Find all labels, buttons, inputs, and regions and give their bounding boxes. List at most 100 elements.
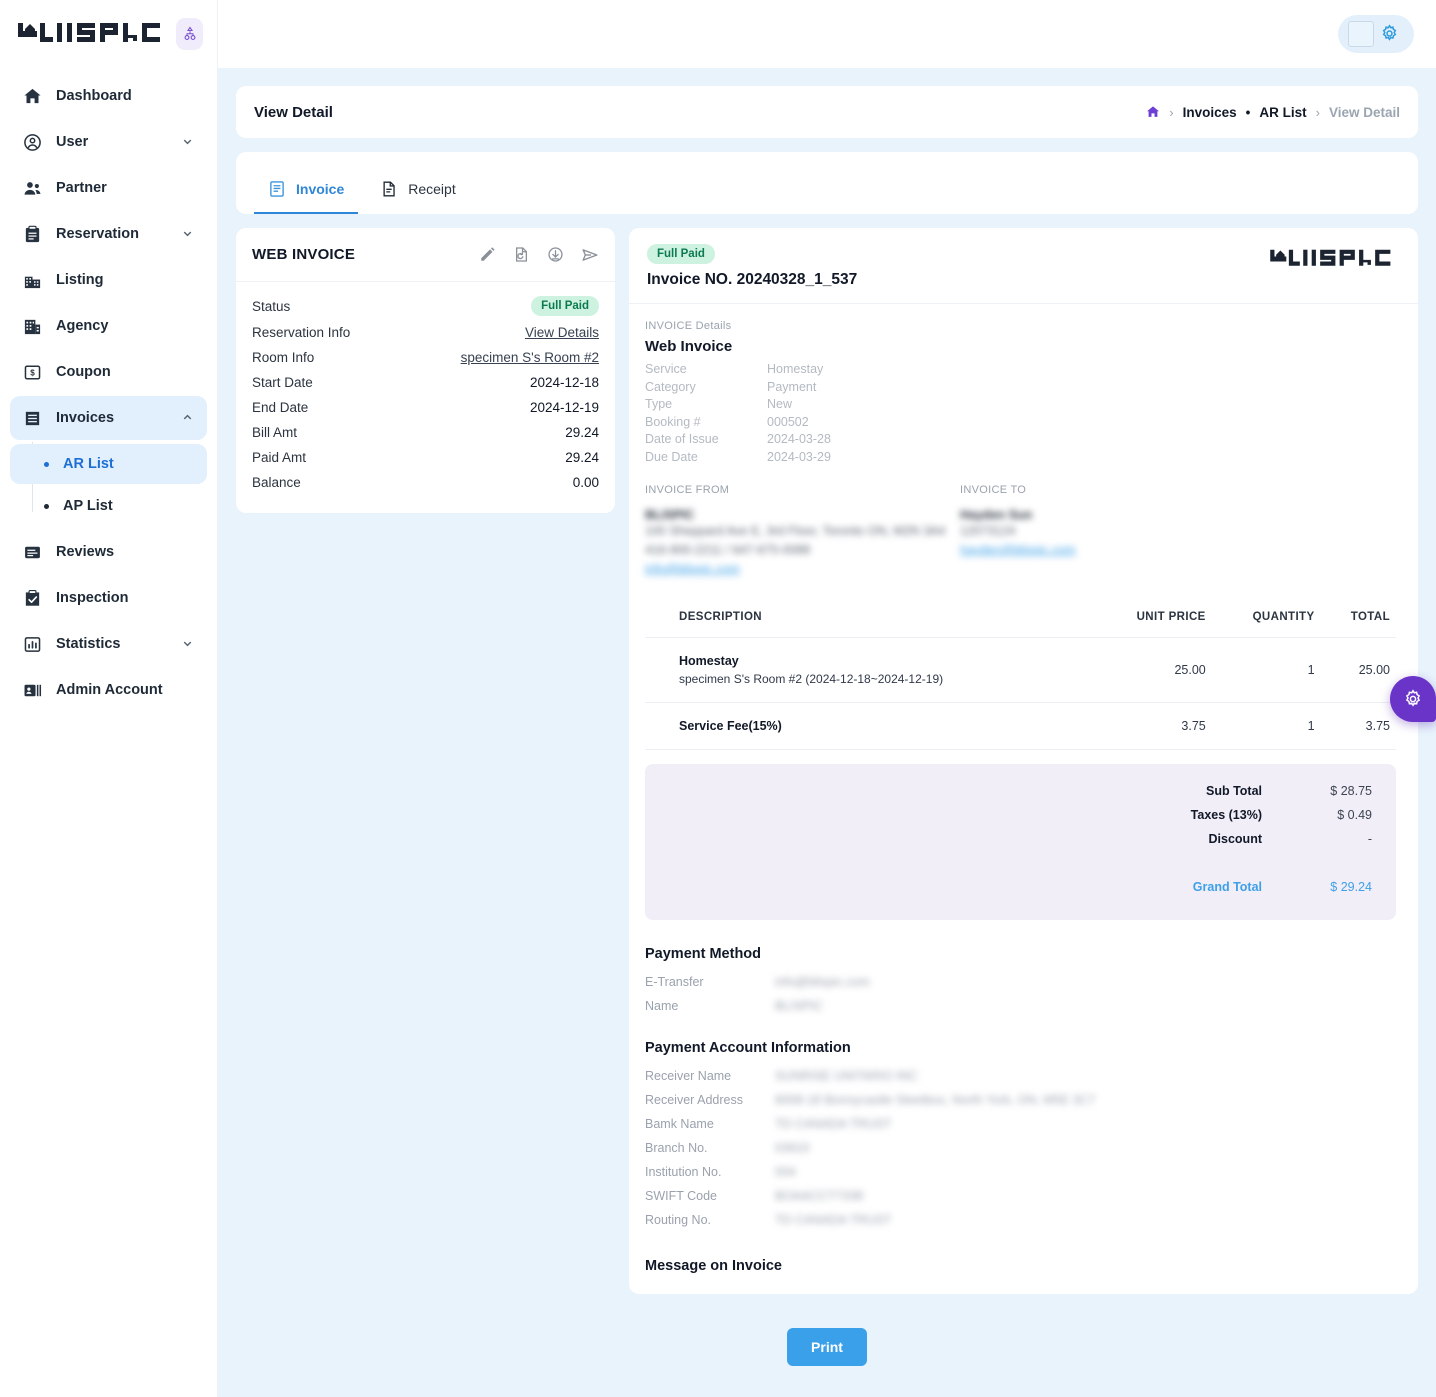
topbar	[218, 0, 1436, 68]
item-total: 3.75	[1320, 702, 1396, 750]
blispic-logo-icon	[1270, 249, 1391, 266]
sidebar-item-label: Statistics	[56, 636, 121, 652]
invoice-to-name: Hayden Sun	[960, 508, 1033, 522]
detail-value: 2024-03-29	[767, 449, 831, 464]
send-icon[interactable]	[581, 246, 599, 264]
totals-key: Taxes (13%)	[1190, 808, 1262, 822]
sidebar-item-admin-account[interactable]: Admin Account	[10, 668, 207, 712]
breadcrumb-item-invoices[interactable]: Invoices	[1183, 105, 1237, 120]
gear-icon[interactable]	[1380, 24, 1400, 44]
invoice-number: Invoice NO. 20240328_1_537	[647, 271, 858, 288]
view-details-link[interactable]: View Details	[525, 325, 599, 340]
main-area: View Detail › Invoices • AR List › View …	[218, 0, 1436, 1397]
summary-row-balance: Balance 0.00	[252, 470, 599, 495]
account-value: SUNRISE UNITARIO INC	[775, 1069, 918, 1083]
tab-invoice[interactable]: Invoice	[254, 166, 359, 214]
invoice-from-block: INVOICE FROM BLISPIC 100 Sheppard Ave E,…	[645, 484, 960, 579]
detail-key: Type	[645, 397, 673, 411]
invoice-to-id: 12073124	[960, 524, 1016, 538]
chevron-down-icon	[181, 637, 195, 651]
table-row: Homestay specimen S's Room #2 (2024-12-1…	[645, 637, 1396, 703]
print-button[interactable]: Print	[787, 1328, 867, 1366]
summary-title: WEB INVOICE	[252, 246, 356, 263]
sidebar-item-agency[interactable]: Agency	[10, 304, 207, 348]
sidebar-item-inspection[interactable]: Inspection	[10, 576, 207, 620]
invoice-from-label: INVOICE FROM	[645, 484, 730, 496]
detail-value: New	[767, 397, 793, 411]
home-icon[interactable]	[1146, 105, 1160, 119]
web-invoice-summary-card: WEB INVOICE Status Full Paid Reservation…	[236, 228, 615, 513]
account-key: Routing No.	[645, 1213, 712, 1227]
sidebar-toggle-button[interactable]	[176, 18, 203, 50]
item-subtitle: specimen S's Room #2 (2024-12-18~2024-12…	[679, 672, 944, 686]
sidebar-item-listing[interactable]: Listing	[10, 258, 207, 302]
home-icon	[22, 86, 42, 106]
invoice-to-email[interactable]: hayden@blispic.com	[960, 541, 1275, 560]
sidebar-item-dashboard[interactable]: Dashboard	[10, 74, 207, 118]
summary-row-value: 2024-12-18	[529, 375, 599, 390]
item-description-cell: Homestay specimen S's Room #2 (2024-12-1…	[645, 637, 1093, 703]
topbar-user-pill[interactable]	[1338, 15, 1414, 53]
history-icon[interactable]	[513, 246, 531, 264]
receipt-tab-icon	[380, 180, 398, 198]
payment-value: BLISPIC	[775, 999, 823, 1013]
sidebar-item-ar-list[interactable]: AR List	[10, 444, 207, 484]
room-info-link[interactable]: specimen S's Room #2	[461, 350, 599, 365]
summary-row-end-date: End Date 2024-12-19	[252, 395, 599, 420]
item-description-cell: Service Fee(15%)	[645, 702, 1093, 750]
people-icon	[22, 178, 42, 198]
invoice-detail-booking: Booking # 000502	[645, 414, 1396, 432]
page-header-card: View Detail › Invoices • AR List › View …	[236, 86, 1418, 138]
sidebar-subitem-label: AP List	[63, 498, 113, 514]
payment-row-name: Name BLISPIC	[645, 994, 1396, 1018]
bullet-icon	[44, 503, 49, 509]
breadcrumb-separator: ›	[1315, 104, 1320, 120]
summary-body: Status Full Paid Reservation Info View D…	[236, 282, 615, 513]
sidebar-item-label: Inspection	[56, 590, 129, 606]
account-row-institution-no: Institution No. 004	[645, 1160, 1396, 1184]
payment-row-etransfer: E-Transfer info@blispic.com	[645, 970, 1396, 994]
item-quantity: 1	[1211, 702, 1321, 750]
invoice-detail-date-of-issue: Date of Issue 2024-03-28	[645, 431, 1396, 449]
invoice-from-phone: 416-900-2211 / 647-675-0088	[645, 543, 811, 557]
sidebar-item-statistics[interactable]: Statistics	[10, 622, 207, 666]
tab-receipt[interactable]: Receipt	[366, 166, 469, 214]
sidebar-item-coupon[interactable]: $ Coupon	[10, 350, 207, 394]
app-root: Dashboard User Partner Reservation Listi…	[0, 0, 1436, 1397]
summary-row-key: Paid Amt	[252, 450, 307, 465]
breadcrumb-item-ar-list[interactable]: AR List	[1259, 105, 1306, 120]
item-title: Service Fee(15%)	[679, 719, 782, 733]
summary-row-bill-amt: Bill Amt 29.24	[252, 420, 599, 445]
sidebar-item-partner[interactable]: Partner	[10, 166, 207, 210]
detail-value: 2024-03-28	[767, 432, 831, 446]
invoice-to-block: INVOICE TO Hayden Sun 12073124 hayden@bl…	[960, 484, 1275, 579]
invoice-from-email[interactable]: info@blispic.com	[645, 560, 960, 579]
sidebar-item-user[interactable]: User	[10, 120, 207, 164]
brand-logo[interactable]	[16, 21, 166, 47]
sidebar-item-ap-list[interactable]: AP List	[10, 486, 207, 526]
summary-row-key: Reservation Info	[252, 325, 351, 340]
sidebar-item-invoices[interactable]: Invoices	[10, 396, 207, 440]
table-row: Service Fee(15%) 3.75 1 3.75	[645, 702, 1396, 750]
payment-account-title: Payment Account Information	[645, 1040, 851, 1056]
settings-fab-button[interactable]	[1390, 676, 1436, 722]
detail-value: Payment	[767, 379, 817, 394]
invoice-detail-type: Type New	[645, 396, 1396, 414]
account-value: TD CANADA TRUST	[775, 1213, 892, 1227]
invoice-from-name: BLISPIC	[645, 508, 695, 522]
payment-key: Name	[645, 999, 679, 1013]
summary-row-paid-amt: Paid Amt 29.24	[252, 445, 599, 470]
account-value: TD CANADA TRUST	[775, 1117, 892, 1131]
blispic-logo-icon	[18, 23, 160, 42]
download-icon[interactable]	[547, 246, 565, 264]
payment-key: E-Transfer	[645, 975, 704, 989]
edit-icon[interactable]	[479, 246, 497, 264]
account-row-swift-code: SWIFT Code BOAACCT7338	[645, 1184, 1396, 1208]
account-key: Bamk Name	[645, 1117, 714, 1131]
sidebar-item-label: Agency	[56, 318, 109, 334]
invoice-status-badge: Full Paid	[647, 244, 715, 264]
column-header-unit-price: UNIT PRICE	[1092, 603, 1212, 638]
detail-key: Category	[645, 379, 696, 394]
sidebar-item-reservation[interactable]: Reservation	[10, 212, 207, 256]
sidebar-item-reviews[interactable]: Reviews	[10, 530, 207, 574]
